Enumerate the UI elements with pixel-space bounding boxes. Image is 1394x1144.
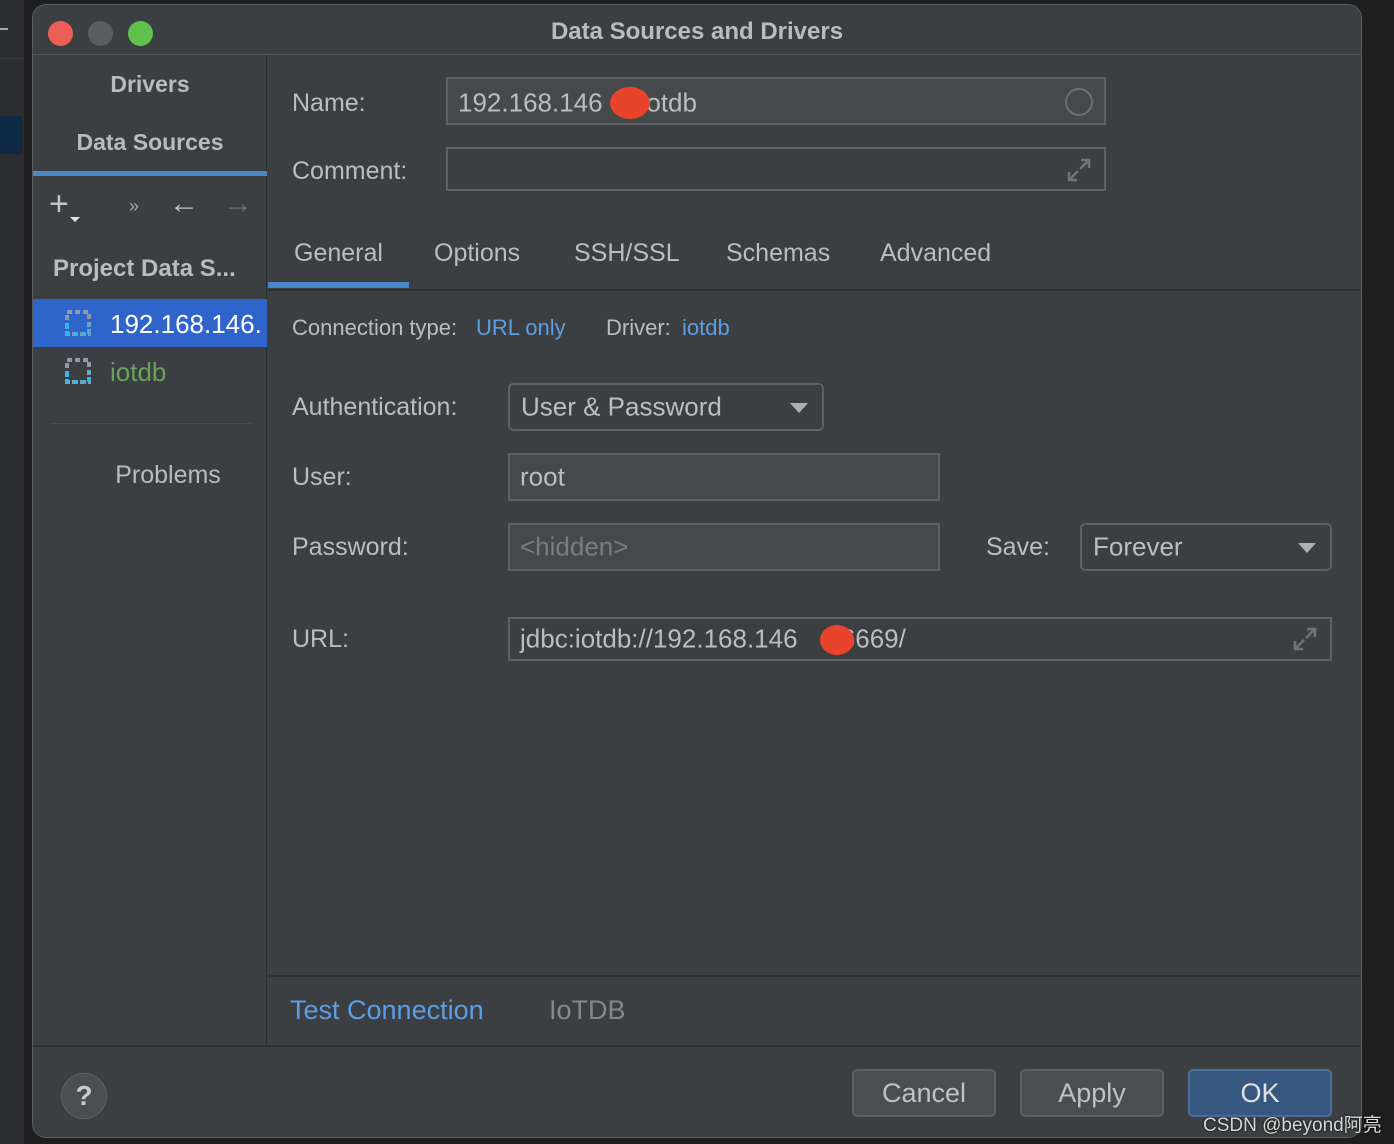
status-circle-icon (1065, 88, 1093, 116)
dialog-button-bar: ? Cancel Apply OK (33, 1045, 1361, 1137)
tab-options[interactable]: Options (434, 239, 520, 268)
group-label-project-data-sources: Project Data S... (53, 255, 236, 282)
title-bar: Data Sources and Drivers (33, 5, 1361, 55)
driver-link[interactable]: iotdb (682, 315, 730, 341)
window-title: Data Sources and Drivers (550, 18, 844, 45)
add-dropdown-caret-icon[interactable] (70, 217, 80, 222)
driver-label: Driver: (606, 315, 671, 340)
authentication-value: User & Password (521, 391, 722, 422)
data-source-item[interactable]: 192.168.146. (33, 299, 267, 347)
chevron-down-icon (1298, 543, 1316, 553)
connection-type-label: Connection type: (292, 315, 458, 340)
user-label: User: (292, 463, 352, 491)
forward-arrow-icon[interactable]: → (223, 189, 253, 219)
sidebar-tab-drivers[interactable]: Drivers (33, 71, 267, 98)
more-actions-icon[interactable]: » (129, 191, 139, 221)
expand-icon[interactable] (1066, 157, 1092, 183)
comment-input[interactable] (446, 147, 1106, 191)
divider (51, 423, 251, 424)
cancel-button[interactable]: Cancel (852, 1069, 996, 1117)
divider (0, 58, 24, 59)
sidebar: Drivers Data Sources + » ← → Project Dat… (33, 55, 267, 1045)
save-value: Forever (1093, 531, 1183, 562)
active-tab-indicator (33, 171, 267, 176)
main-panel: Name: 192.168.146 iotdb Comment: General … (268, 55, 1361, 1045)
add-icon[interactable]: + (49, 187, 69, 221)
background-selection (0, 116, 22, 154)
sidebar-tab-data-sources[interactable]: Data Sources (33, 129, 267, 156)
settings-tabs: General Options SSH/SSL Schemas Advanced (268, 227, 1361, 291)
active-tab-indicator (268, 282, 409, 288)
tab-ssh-ssl[interactable]: SSH/SSL (574, 239, 680, 268)
name-input[interactable]: 192.168.146 iotdb (446, 77, 1106, 125)
connection-footer: Test Connection IoTDB (268, 975, 1361, 1045)
database-icon (65, 310, 91, 336)
apply-button[interactable]: Apply (1020, 1069, 1164, 1117)
collapse-icon (0, 28, 8, 30)
url-label: URL: (292, 625, 349, 653)
data-source-label: iotdb (110, 357, 167, 387)
database-icon (65, 358, 91, 384)
chevron-down-icon (790, 403, 808, 413)
redaction-mark (820, 625, 854, 655)
tab-general[interactable]: General (294, 239, 383, 268)
data-source-label: 192.168.146. (110, 309, 262, 339)
redaction-mark (610, 87, 650, 119)
password-placeholder: <hidden> (520, 531, 629, 562)
password-label: Password: (292, 533, 409, 561)
expand-icon[interactable] (1292, 626, 1318, 652)
user-value: root (520, 461, 565, 492)
tab-schemas[interactable]: Schemas (726, 239, 830, 268)
connection-type-link[interactable]: URL only (476, 315, 566, 341)
help-button[interactable]: ? (61, 1073, 107, 1119)
save-label: Save: (986, 533, 1050, 561)
sidebar-item-problems[interactable]: Problems (33, 461, 267, 490)
data-source-item[interactable]: iotdb (33, 347, 267, 395)
authentication-label: Authentication: (292, 393, 458, 421)
test-connection-link[interactable]: Test Connection (290, 995, 484, 1026)
name-label: Name: (292, 89, 366, 117)
sidebar-toolbar: + » ← → (33, 185, 267, 235)
driver-name-label: IoTDB (549, 995, 626, 1025)
comment-label: Comment: (292, 157, 408, 185)
authentication-select[interactable]: User & Password (508, 383, 824, 431)
user-input[interactable]: root (508, 453, 940, 501)
dialog-data-sources-and-drivers: Data Sources and Drivers Drivers Data So… (32, 4, 1362, 1138)
tab-advanced[interactable]: Advanced (880, 239, 991, 268)
url-input[interactable]: jdbc:iotdb://192.168.146:6669/ (508, 617, 1332, 661)
watermark: CSDN @beyond阿亮 (1203, 1115, 1382, 1136)
background-ide-panel (0, 0, 24, 1144)
back-arrow-icon[interactable]: ← (169, 189, 199, 219)
name-value: 192.168.146 iotdb (458, 87, 697, 118)
password-input[interactable]: <hidden> (508, 523, 940, 571)
save-select[interactable]: Forever (1080, 523, 1332, 571)
